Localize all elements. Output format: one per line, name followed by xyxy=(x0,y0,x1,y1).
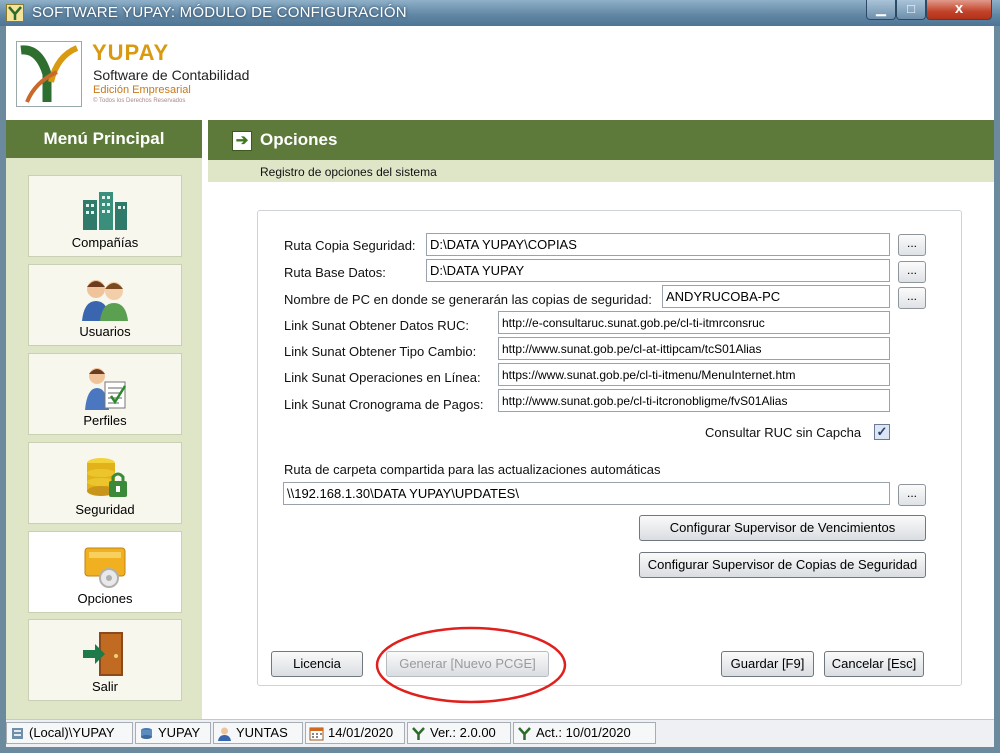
sidebar-item-label: Compañías xyxy=(71,235,139,250)
expiry-supervisor-button[interactable]: Configurar Supervisor de Vencimientos xyxy=(639,515,926,541)
sidebar-item-label: Salir xyxy=(91,679,118,694)
pc-name-label: Nombre de PC en donde se generarán las c… xyxy=(284,292,652,307)
shared-folder-label: Ruta de carpeta compartida para las actu… xyxy=(284,462,661,477)
schedule-link-label: Link Sunat Cronograma de Pagos: xyxy=(284,397,484,412)
buildings-icon xyxy=(83,192,127,230)
yupay-icon xyxy=(412,727,425,740)
captcha-checkbox[interactable]: ✓ xyxy=(874,424,890,440)
profile-icon xyxy=(85,368,127,410)
sidebar-item-seguridad[interactable]: Seguridad xyxy=(28,442,182,524)
db-path-browse-button[interactable]: ... xyxy=(898,261,926,283)
window-bottom-edge xyxy=(0,747,1000,753)
users-icon xyxy=(82,280,128,321)
calendar-icon xyxy=(309,727,324,741)
exchange-link-input[interactable] xyxy=(498,337,890,360)
online-link-label: Link Sunat Operaciones en Línea: xyxy=(284,370,481,385)
sidebar-item-label: Perfiles xyxy=(83,413,127,428)
sidebar-item-label: Usuarios xyxy=(79,324,131,339)
status-server: (Local)\YUPAY xyxy=(6,722,133,744)
exchange-link-label: Link Sunat Obtener Tipo Cambio: xyxy=(284,344,477,359)
brand-name: YUPAY xyxy=(92,40,170,65)
status-server-text: (Local)\YUPAY xyxy=(29,725,115,740)
maximize-button[interactable]: □ xyxy=(896,0,926,20)
brand-subtitle: Software de Contabilidad xyxy=(93,67,250,83)
db-path-label: Ruta Base Datos: xyxy=(284,265,386,280)
window-title: SOFTWARE YUPAY: MÓDULO DE CONFIGURACIÓN xyxy=(32,4,407,21)
status-version-text: Ver.: 2.0.00 xyxy=(430,725,496,740)
status-database-text: YUPAY xyxy=(158,725,201,740)
highlight-ellipse xyxy=(375,626,567,704)
close-button[interactable]: x xyxy=(926,0,992,20)
shared-folder-input[interactable] xyxy=(283,482,890,505)
user-icon xyxy=(218,727,231,741)
sidebar-item-usuarios[interactable]: Usuarios xyxy=(28,264,182,346)
sidebar-item-perfiles[interactable]: Perfiles xyxy=(28,353,182,435)
security-icon xyxy=(87,458,127,497)
cancel-button[interactable]: Cancelar [Esc] xyxy=(824,651,924,677)
captcha-label: Consultar RUC sin Capcha xyxy=(705,425,862,440)
app-logo-icon xyxy=(6,4,24,22)
status-database: YUPAY xyxy=(135,722,211,744)
status-updated-text: Act.: 10/01/2020 xyxy=(536,725,631,740)
online-link-input[interactable] xyxy=(498,363,890,386)
license-button[interactable]: Licencia xyxy=(271,651,363,677)
database-icon xyxy=(141,728,152,739)
pc-name-input[interactable] xyxy=(662,285,890,308)
backup-path-browse-button[interactable]: ... xyxy=(898,234,926,256)
sidebar-item-salir[interactable]: Salir xyxy=(28,619,182,701)
sidebar-title: Menú Principal xyxy=(6,120,202,158)
exit-door-icon xyxy=(83,632,123,676)
status-date: 14/01/2020 xyxy=(305,722,405,744)
backup-path-input[interactable] xyxy=(426,233,890,256)
page-title: Opciones xyxy=(260,130,338,149)
ruc-link-label: Link Sunat Obtener Datos RUC: xyxy=(284,318,469,333)
sidebar-item-opciones[interactable]: Opciones xyxy=(28,531,182,613)
status-user-text: YUNTAS xyxy=(236,725,288,740)
arrow-right-icon: ➔ xyxy=(232,131,252,151)
ruc-link-input[interactable] xyxy=(498,311,890,334)
shared-folder-browse-button[interactable]: ... xyxy=(898,484,926,506)
schedule-link-input[interactable] xyxy=(498,389,890,412)
pc-name-browse-button[interactable]: ... xyxy=(898,287,926,309)
page-subtitle: Registro de opciones del sistema xyxy=(260,165,437,179)
options-icon xyxy=(84,547,126,588)
yupay-logo-icon xyxy=(16,41,82,107)
backup-supervisor-button[interactable]: Configurar Supervisor de Copias de Segur… xyxy=(639,552,926,578)
backup-path-label: Ruta Copia Seguridad: xyxy=(284,238,416,253)
status-user: YUNTAS xyxy=(213,722,303,744)
brand-rights: © Todos los Derechos Reservados xyxy=(93,98,186,104)
sidebar-item-label: Seguridad xyxy=(75,502,135,517)
minimize-button[interactable]: ▁ xyxy=(866,0,896,20)
refresh-icon xyxy=(518,727,531,740)
status-version: Ver.: 2.0.00 xyxy=(407,722,511,744)
server-icon xyxy=(12,728,23,739)
db-path-input[interactable] xyxy=(426,259,890,282)
sidebar-item-companias[interactable]: Compañías xyxy=(28,175,182,257)
save-button[interactable]: Guardar [F9] xyxy=(721,651,814,677)
status-date-text: 14/01/2020 xyxy=(328,725,394,740)
sidebar-item-label: Opciones xyxy=(77,591,133,606)
brand-edition: Edición Empresarial xyxy=(93,84,191,96)
status-updated: Act.: 10/01/2020 xyxy=(513,722,656,744)
